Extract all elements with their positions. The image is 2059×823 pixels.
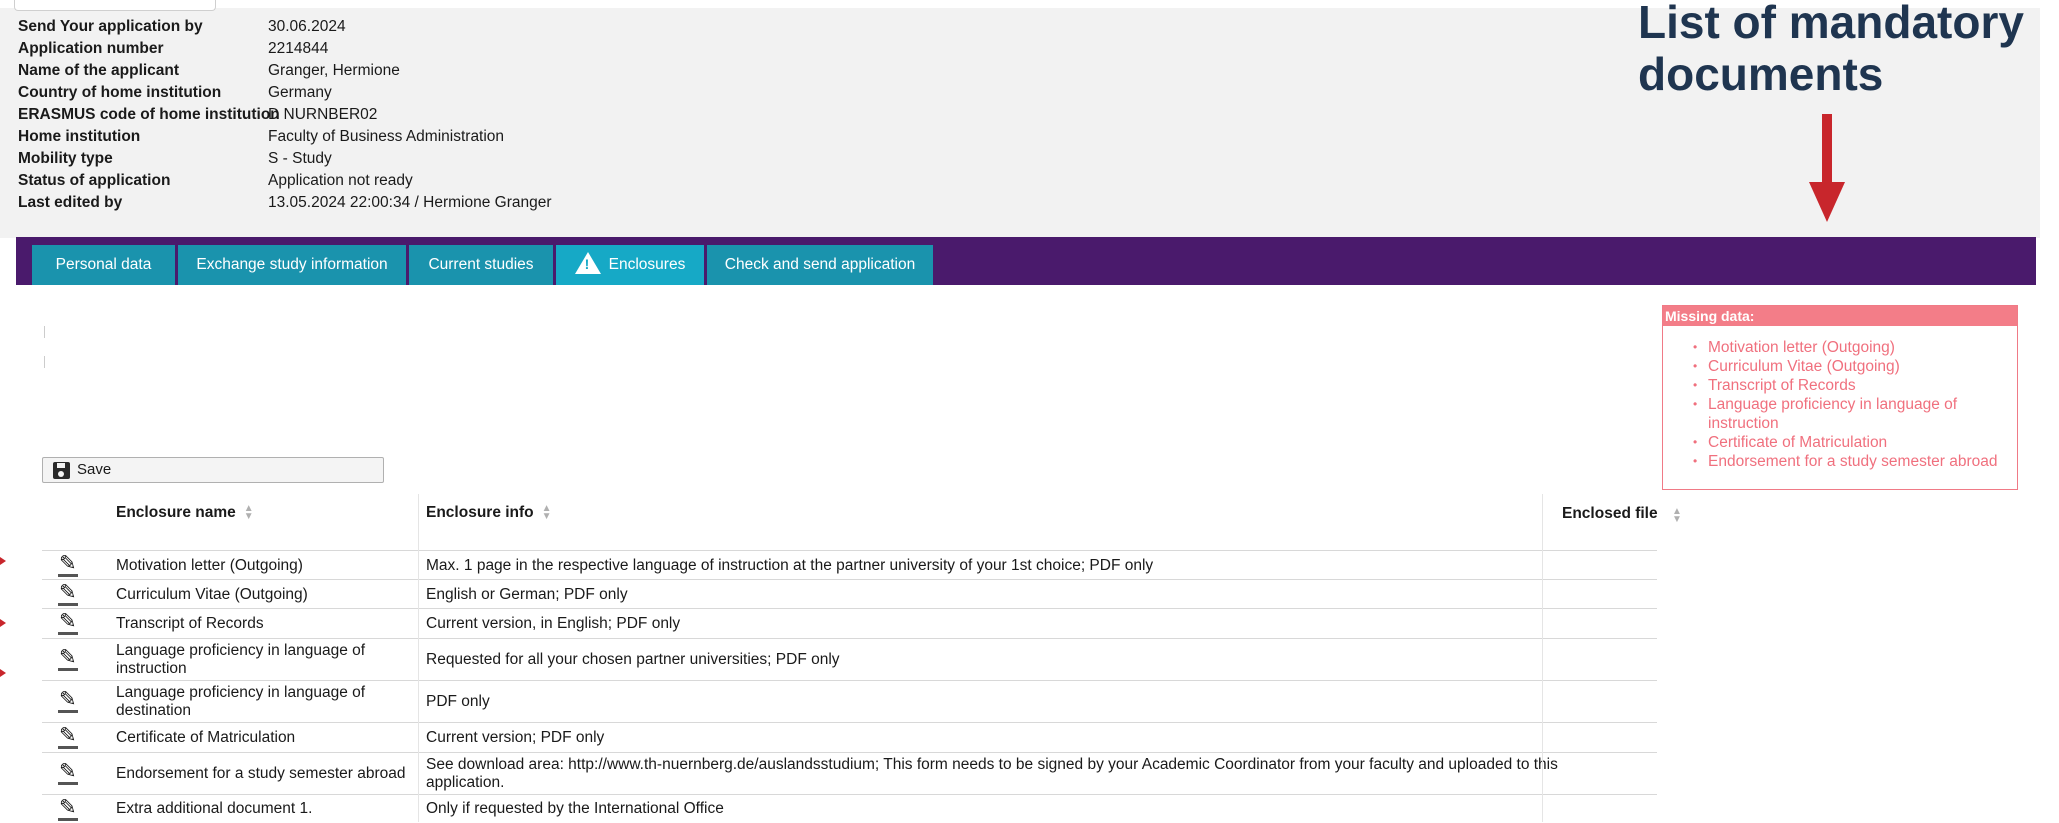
table-row: ✎ Endorsement for a study semester abroa…: [42, 752, 1657, 795]
missing-data-item: Certificate of Matriculation: [1663, 433, 2017, 452]
sort-icon[interactable]: ▲ ▼: [542, 503, 552, 521]
enclosure-info: Only if requested by the International O…: [426, 800, 724, 817]
column-header-label: Enclosure info: [426, 504, 534, 521]
info-label: ERASMUS code of home institution: [18, 106, 280, 123]
missing-data-item: Transcript of Records: [1663, 376, 2017, 395]
info-value: D NURNBER02: [268, 106, 378, 123]
table-row: ✎ Transcript of Records Current version,…: [42, 608, 1657, 639]
enclosure-name: Certificate of Matriculation: [116, 729, 296, 746]
edit-pencil-icon[interactable]: ✎: [56, 582, 78, 606]
annotation-arrow-head-icon: [1809, 182, 1845, 222]
info-label: Country of home institution: [18, 84, 222, 101]
warning-icon: [574, 251, 601, 274]
column-header-enclosure-name[interactable]: Enclosure name ▲ ▼: [116, 503, 254, 522]
info-value: Germany: [268, 84, 332, 101]
arrow-tip-icon: [0, 669, 12, 677]
enclosure-name: Extra additional document 1.: [116, 800, 313, 817]
tab-personal-data[interactable]: Personal data: [32, 245, 175, 285]
info-label: Send Your application by: [18, 18, 203, 35]
info-value: S - Study: [268, 150, 332, 167]
info-value: Faculty of Business Administration: [268, 128, 505, 145]
annotation-title-line1: List of mandatory: [1638, 0, 2024, 48]
missing-data-item: Language proficiency in language of inst…: [1663, 395, 2017, 433]
edit-pencil-icon[interactable]: ✎: [56, 647, 78, 671]
enclosure-info: Current version; PDF only: [426, 729, 605, 746]
tab-label: Exchange study information: [196, 256, 388, 273]
enclosure-info: English or German; PDF only: [426, 586, 628, 603]
application-tab-bar: Personal data Exchange study information…: [16, 237, 2036, 285]
missing-data-heading: Missing data:: [1663, 306, 2017, 326]
annotation-arrow-shaft: [1822, 114, 1832, 184]
tab-label: Personal data: [55, 256, 152, 273]
edit-pencil-icon[interactable]: ✎: [56, 553, 78, 577]
enclosure-info: Max. 1 page in the respective language o…: [426, 557, 1154, 574]
enclosure-name: Motivation letter (Outgoing): [116, 557, 303, 574]
sort-icon[interactable]: ▲ ▼: [1672, 507, 1682, 525]
info-value: 2214844: [268, 40, 329, 57]
info-label: Application number: [18, 40, 164, 57]
column-header-enclosed-file: Enclosed file ▲ ▼: [1562, 504, 1682, 524]
edit-pencil-icon[interactable]: ✎: [56, 797, 78, 821]
annotation-title: List of mandatory documents: [1638, 0, 2058, 100]
enclosure-info: PDF only: [426, 693, 490, 710]
left-edge-marks: [44, 326, 46, 372]
tab-exchange-study-information[interactable]: Exchange study information: [178, 245, 406, 285]
column-header-enclosure-info[interactable]: Enclosure info ▲ ▼: [426, 503, 552, 522]
enclosure-name: Endorsement for a study semester abroad: [116, 765, 406, 782]
missing-data-item: Endorsement for a study semester abroad: [1663, 452, 2017, 471]
info-value: Application not ready: [268, 172, 413, 189]
enclosure-name: Language proficiency in language of dest…: [116, 684, 366, 719]
table-row: ✎ Language proficiency in language of in…: [42, 638, 1657, 681]
edit-pencil-icon[interactable]: ✎: [56, 725, 78, 749]
column-header-label: Enclosure name: [116, 504, 236, 521]
tab-label: Check and send application: [724, 256, 916, 273]
divider: [44, 326, 45, 338]
sort-icon[interactable]: ▲ ▼: [244, 503, 254, 521]
missing-data-list: Motivation letter (Outgoing) Curriculum …: [1663, 338, 2017, 471]
top-button-stub[interactable]: [14, 0, 216, 11]
annotation-title-line2: documents: [1638, 48, 1884, 100]
column-divider: [418, 494, 419, 822]
info-label: Status of application: [18, 172, 171, 189]
info-value: 13.05.2024 22:00:34 / Hermione Granger: [268, 194, 552, 211]
tab-label: Current studies: [428, 256, 534, 273]
enclosure-info: See download area: http://www.th-nuernbe…: [426, 756, 1558, 791]
tab-check-and-send-application[interactable]: Check and send application: [707, 245, 933, 285]
missing-data-item: Curriculum Vitae (Outgoing): [1663, 357, 2017, 376]
tab-label: Enclosures: [608, 256, 686, 273]
enclosure-name: Curriculum Vitae (Outgoing): [116, 586, 308, 603]
floppy-disk-icon: [53, 462, 70, 479]
table-row: ✎ Certificate of Matriculation Current v…: [42, 722, 1657, 753]
divider: [44, 356, 45, 368]
table-row: ✎ Extra additional document 1. Only if r…: [42, 794, 1657, 823]
edit-pencil-icon[interactable]: ✎: [56, 689, 78, 713]
column-divider: [1542, 494, 1543, 822]
enclosure-name: Transcript of Records: [116, 615, 264, 632]
save-button-label: Save: [77, 461, 112, 478]
tab-current-studies[interactable]: Current studies: [409, 245, 553, 285]
table-row: ✎ Language proficiency in language of de…: [42, 680, 1657, 723]
arrow-tip-icon: [0, 557, 12, 565]
info-value: Granger, Hermione: [268, 62, 400, 79]
edit-pencil-icon[interactable]: ✎: [56, 761, 78, 785]
table-row: ✎ Motivation letter (Outgoing) Max. 1 pa…: [42, 550, 1657, 580]
missing-data-panel: Missing data: Motivation letter (Outgoin…: [1662, 305, 2018, 490]
info-label: Last edited by: [18, 194, 123, 211]
enclosure-name: Language proficiency in language of inst…: [116, 642, 366, 677]
info-label: Mobility type: [18, 150, 113, 167]
enclosure-info: Current version, in English; PDF only: [426, 615, 681, 632]
missing-data-item: Motivation letter (Outgoing): [1663, 338, 2017, 357]
info-label: Home institution: [18, 128, 141, 145]
arrow-tip-icon: [0, 619, 12, 627]
enclosure-info: Requested for all your chosen partner un…: [426, 651, 840, 668]
table-row: ✎ Curriculum Vitae (Outgoing) English or…: [42, 579, 1657, 609]
save-button[interactable]: Save: [42, 457, 384, 483]
info-label: Name of the applicant: [18, 62, 180, 79]
column-header-label: Enclosed file: [1562, 505, 1658, 523]
tab-enclosures[interactable]: Enclosures: [556, 245, 704, 285]
info-value: 30.06.2024: [268, 18, 346, 35]
edit-pencil-icon[interactable]: ✎: [56, 611, 78, 635]
